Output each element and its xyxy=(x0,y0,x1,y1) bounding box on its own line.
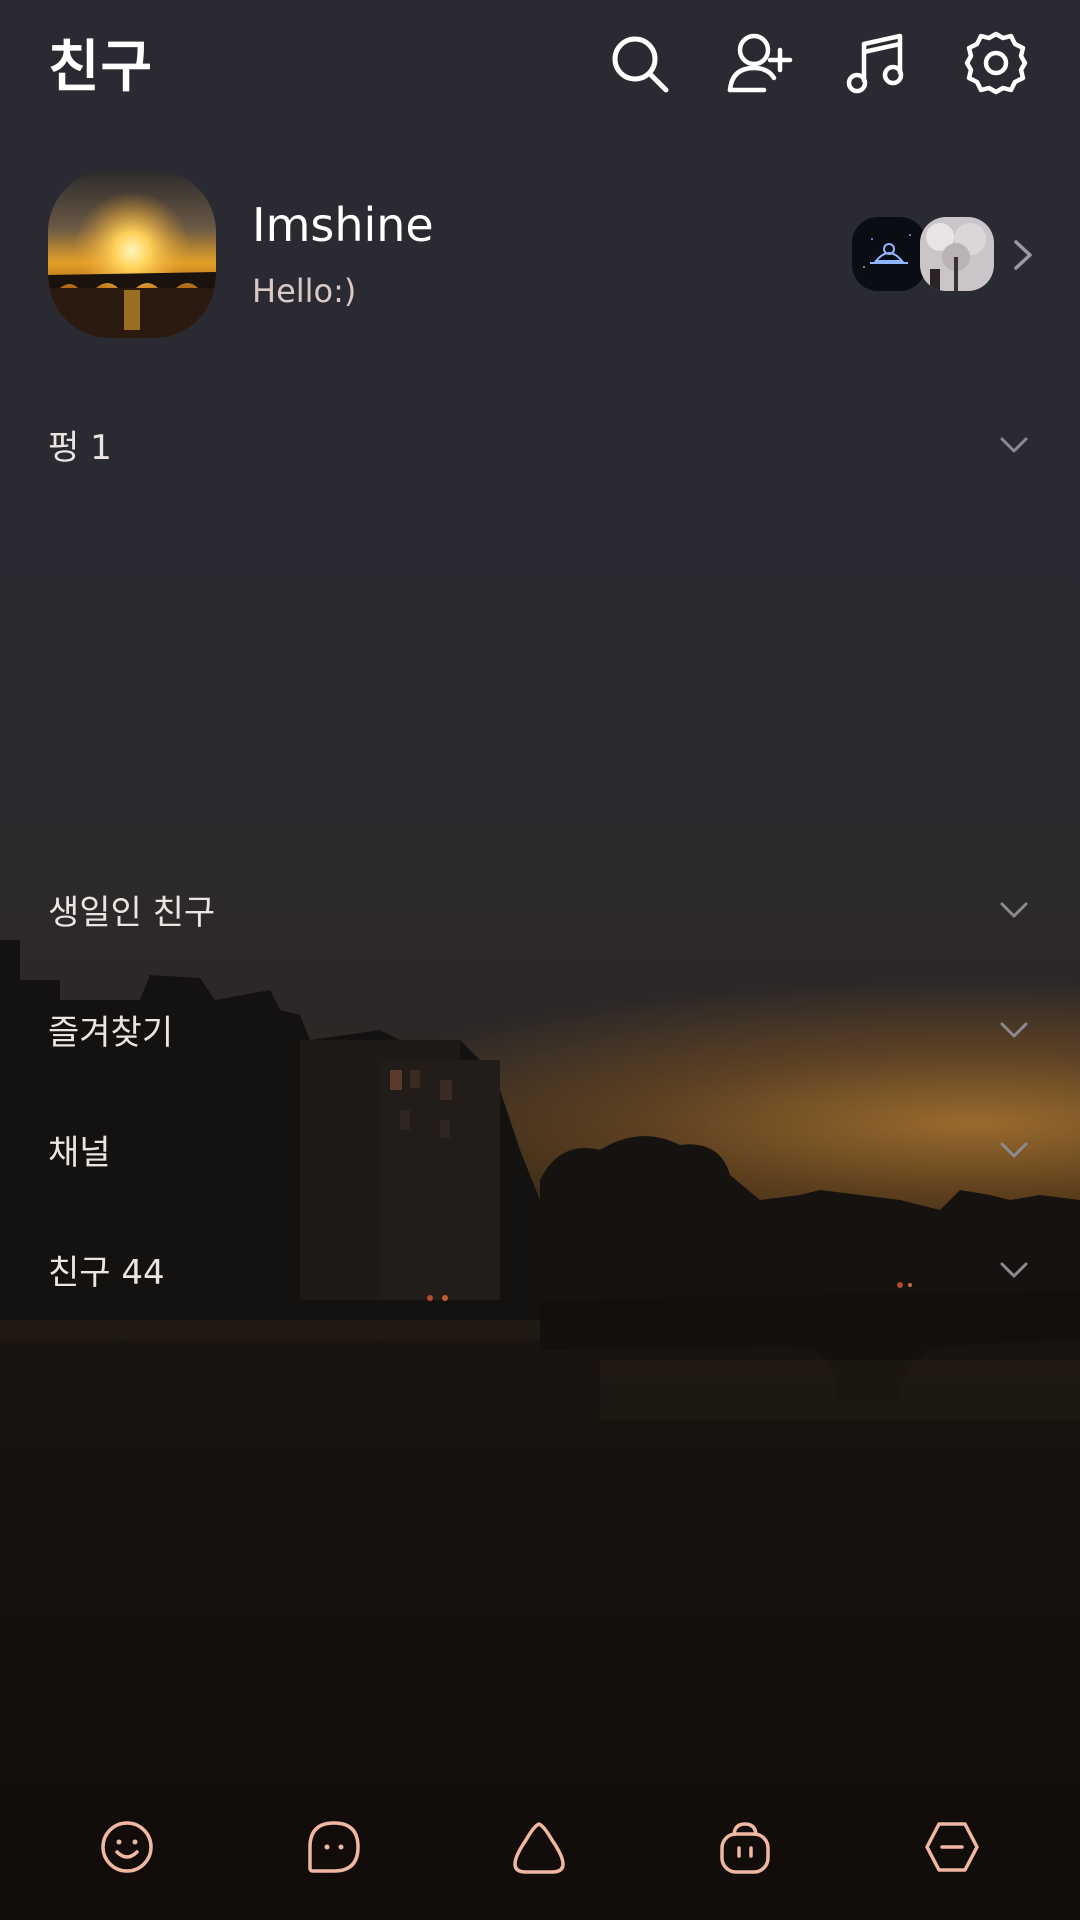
chats-tab-icon[interactable] xyxy=(291,1804,377,1890)
chevron-down-icon[interactable] xyxy=(998,899,1030,921)
section-channels[interactable]: 채널 xyxy=(0,1115,1080,1185)
friends-tab-icon[interactable] xyxy=(84,1804,170,1890)
section-label: 생일인 친구 xyxy=(48,893,216,933)
top-bar: 친구 xyxy=(0,0,1080,125)
chevron-down-icon[interactable] xyxy=(998,1259,1030,1281)
chevron-down-icon[interactable] xyxy=(998,1019,1030,1041)
avatar[interactable] xyxy=(48,170,216,338)
section-pung[interactable]: 펑 1 xyxy=(0,410,1080,480)
section-label: 친구 44 xyxy=(48,1253,165,1293)
profile-status-message: Hello:) xyxy=(252,272,357,310)
my-profile-row[interactable]: Imshine Hello:) xyxy=(0,160,1080,350)
section-label: 펑 1 xyxy=(48,428,112,468)
section-label: 채널 xyxy=(48,1133,111,1173)
section-favorites[interactable]: 즐겨찾기 xyxy=(0,995,1080,1065)
add-friend-icon[interactable] xyxy=(724,28,794,98)
profile-music-thumbnail[interactable] xyxy=(852,217,926,291)
profile-photo-thumbnail[interactable] xyxy=(920,217,994,291)
music-icon[interactable] xyxy=(842,28,912,98)
settings-icon[interactable] xyxy=(961,28,1031,98)
chevron-right-icon[interactable] xyxy=(1008,238,1038,272)
page-title: 친구 xyxy=(48,35,154,100)
profile-name: Imshine xyxy=(252,198,434,252)
section-label: 즐겨찾기 xyxy=(48,1013,174,1053)
section-birthday-friends[interactable]: 생일인 친구 xyxy=(0,875,1080,945)
friends-screen: 친구 Imshine Hello:) 펑 1 생일인 친구 즐겨찾기 채널 친구… xyxy=(0,0,1080,1920)
view-tab-icon[interactable] xyxy=(496,1804,582,1890)
chevron-down-icon[interactable] xyxy=(998,1139,1030,1161)
section-friends[interactable]: 친구 44 xyxy=(0,1235,1080,1305)
bottom-navigation xyxy=(0,1782,1080,1920)
chevron-down-icon[interactable] xyxy=(998,434,1030,456)
search-icon[interactable] xyxy=(604,28,674,98)
shopping-tab-icon[interactable] xyxy=(702,1804,788,1890)
more-tab-icon[interactable] xyxy=(909,1804,995,1890)
